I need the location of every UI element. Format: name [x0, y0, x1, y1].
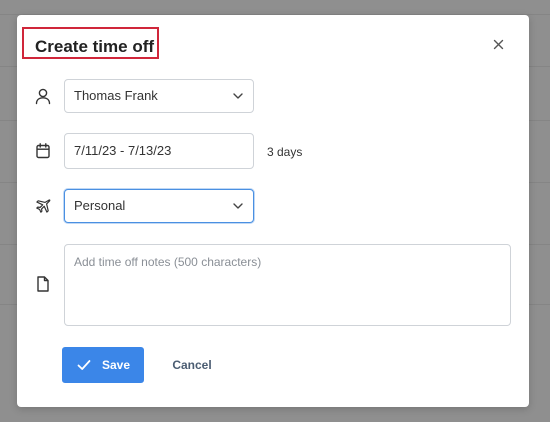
time-off-type-select[interactable]: Personal [64, 189, 254, 223]
employee-select[interactable]: Thomas Frank [64, 79, 254, 113]
dialog-title: Create time off [35, 37, 155, 56]
close-icon[interactable] [491, 37, 507, 53]
notes-textarea[interactable] [64, 244, 511, 326]
chevron-down-icon [232, 90, 244, 102]
airplane-icon [34, 197, 52, 215]
employee-select-value: Thomas Frank [74, 88, 158, 103]
duration-label: 3 days [267, 145, 303, 159]
check-icon [77, 359, 91, 371]
chevron-down-icon [232, 200, 244, 212]
time-off-type-value: Personal [74, 198, 126, 213]
date-range-value: 7/11/23 - 7/13/23 [74, 143, 172, 158]
save-button[interactable]: Save [62, 347, 144, 383]
cancel-button[interactable]: Cancel [165, 347, 219, 383]
calendar-icon [34, 142, 52, 160]
save-button-label: Save [102, 358, 131, 372]
date-range-field[interactable]: 7/11/23 - 7/13/23 [64, 133, 254, 169]
user-icon [34, 87, 52, 105]
create-time-off-dialog: Create time off Thomas Frank 7/11/23 - 7… [17, 15, 529, 407]
document-icon [34, 275, 52, 293]
